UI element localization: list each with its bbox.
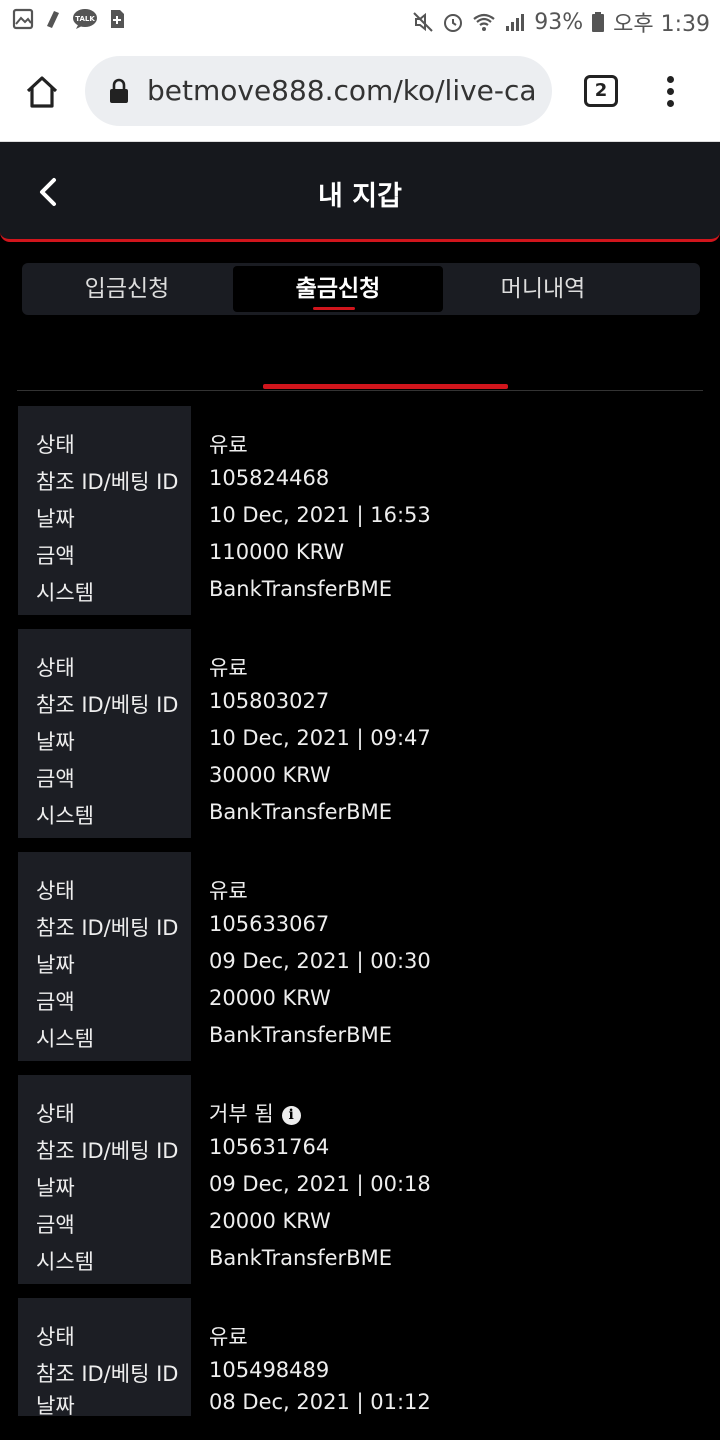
ref-id-value: 105498489 bbox=[209, 1358, 330, 1382]
amount-value: 20000 KRW bbox=[209, 986, 331, 1010]
url-text: betmove888.com/ko/live-casino bbox=[147, 74, 537, 107]
withdrawal-record: 상태 유료 참조 ID/베팅 ID 105803027 날짜 10 Dec, 2… bbox=[18, 629, 704, 838]
tab-deposit[interactable]: 입금신청 bbox=[22, 266, 232, 312]
alarm-icon bbox=[444, 14, 463, 32]
clock: 오후 1:39 bbox=[613, 12, 710, 37]
withdrawal-record: 상태 거부 됨 i 참조 ID/베팅 ID 105631764 날짜 09 Dec… bbox=[18, 1075, 704, 1284]
wallet-tabs: 입금신청 출금신청 머니내역 bbox=[22, 263, 700, 315]
amount-value: 110000 KRW bbox=[209, 540, 345, 564]
battery-percent: 93% bbox=[534, 9, 584, 35]
tab-switcher-button[interactable]: 2 bbox=[584, 75, 618, 107]
ref-id-value: 105633067 bbox=[209, 912, 330, 936]
date-value: 09 Dec, 2021 | 00:18 bbox=[209, 1172, 431, 1196]
amount-label: 금액 bbox=[36, 1213, 75, 1237]
sim-card-icon bbox=[111, 10, 124, 28]
ref-id-label: 참조 ID/베팅 ID bbox=[36, 1139, 179, 1163]
amount-label: 금액 bbox=[36, 544, 75, 568]
status-value: 유료 bbox=[209, 1325, 248, 1349]
date-value: 10 Dec, 2021 | 16:53 bbox=[209, 503, 431, 527]
mute-icon bbox=[413, 12, 433, 32]
date-label: 날짜 bbox=[36, 1394, 75, 1416]
signal-icon bbox=[506, 14, 525, 31]
system-value: BankTransferBME bbox=[209, 800, 392, 824]
date-label: 날짜 bbox=[36, 1176, 75, 1200]
home-icon[interactable] bbox=[24, 74, 60, 110]
date-value: 09 Dec, 2021 | 00:30 bbox=[209, 949, 431, 973]
system-value: BankTransferBME bbox=[209, 1023, 392, 1047]
lock-icon bbox=[110, 78, 128, 103]
status-label: 상태 bbox=[36, 656, 75, 680]
status-value: 유료 bbox=[209, 656, 248, 680]
ref-id-label: 참조 ID/베팅 ID bbox=[36, 470, 179, 494]
tab-money-history[interactable]: 머니내역 bbox=[438, 266, 648, 312]
ref-id-value: 105803027 bbox=[209, 689, 330, 713]
withdrawal-record: 상태 유료 참조 ID/베팅 ID 105633067 날짜 09 Dec, 2… bbox=[18, 852, 704, 1061]
system-label: 시스템 bbox=[36, 1250, 94, 1274]
browser-toolbar: betmove888.com/ko/live-casino 2 bbox=[0, 42, 720, 142]
tab-label: 머니내역 bbox=[500, 276, 586, 302]
system-label: 시스템 bbox=[36, 1027, 94, 1051]
ref-id-label: 참조 ID/베팅 ID bbox=[36, 693, 179, 717]
status-label: 상태 bbox=[36, 1102, 75, 1126]
date-label: 날짜 bbox=[36, 507, 75, 531]
date-value: 10 Dec, 2021 | 09:47 bbox=[209, 726, 431, 750]
withdrawal-list: 상태 유료 참조 ID/베팅 ID 105824468 날짜 10 Dec, 2… bbox=[18, 406, 704, 1430]
amount-value: 30000 KRW bbox=[209, 763, 331, 787]
ref-id-value: 105824468 bbox=[209, 466, 330, 490]
system-value: BankTransferBME bbox=[209, 577, 392, 601]
kakaotalk-icon: TALK bbox=[73, 9, 97, 29]
system-value: BankTransferBME bbox=[209, 1246, 392, 1270]
status-label: 상태 bbox=[36, 1325, 75, 1349]
tab-withdraw[interactable]: 출금신청 bbox=[233, 266, 443, 312]
svg-text:TALK: TALK bbox=[75, 15, 95, 23]
withdrawal-record: 상태 유료 참조 ID/베팅 ID 105498489 날짜 08 Dec, 2… bbox=[18, 1298, 704, 1416]
status-label: 상태 bbox=[36, 879, 75, 903]
divider bbox=[17, 390, 703, 391]
ref-id-label: 참조 ID/베팅 ID bbox=[36, 916, 179, 940]
page-title: 내 지갑 bbox=[318, 181, 402, 212]
address-bar[interactable]: betmove888.com/ko/live-casino bbox=[85, 56, 552, 126]
battery-icon bbox=[592, 12, 605, 32]
app-notification-icon bbox=[47, 11, 59, 28]
app-header: 내 지갑 bbox=[0, 142, 720, 242]
status-label: 상태 bbox=[36, 433, 75, 457]
amount-value: 20000 KRW bbox=[209, 1209, 331, 1233]
system-label: 시스템 bbox=[36, 804, 94, 828]
status-value: 유료 bbox=[209, 433, 248, 457]
date-value: 08 Dec, 2021 | 01:12 bbox=[209, 1390, 431, 1414]
withdrawal-record: 상태 유료 참조 ID/베팅 ID 105824468 날짜 10 Dec, 2… bbox=[18, 406, 704, 615]
system-label: 시스템 bbox=[36, 581, 94, 605]
ref-id-label: 참조 ID/베팅 ID bbox=[36, 1362, 179, 1386]
wifi-icon bbox=[473, 13, 495, 31]
date-label: 날짜 bbox=[36, 730, 75, 754]
gallery-notification-icon bbox=[12, 8, 34, 30]
ref-id-value: 105631764 bbox=[209, 1135, 330, 1159]
overflow-menu-icon[interactable] bbox=[662, 76, 678, 110]
info-icon[interactable]: i bbox=[281, 1106, 301, 1125]
active-tab-indicator bbox=[313, 307, 355, 310]
date-label: 날짜 bbox=[36, 953, 75, 977]
status-value-wrap: 거부 됨 i bbox=[209, 1098, 301, 1128]
amount-label: 금액 bbox=[36, 990, 75, 1014]
section-indicator bbox=[263, 384, 508, 389]
status-bar: TALK 93% 오후 1:39 bbox=[0, 0, 720, 42]
tab-label: 입금신청 bbox=[84, 276, 170, 302]
tab-label: 출금신청 bbox=[295, 276, 381, 302]
status-value: 유료 bbox=[209, 879, 248, 903]
amount-label: 금액 bbox=[36, 767, 75, 791]
status-value: 거부 됨 bbox=[209, 1102, 274, 1126]
